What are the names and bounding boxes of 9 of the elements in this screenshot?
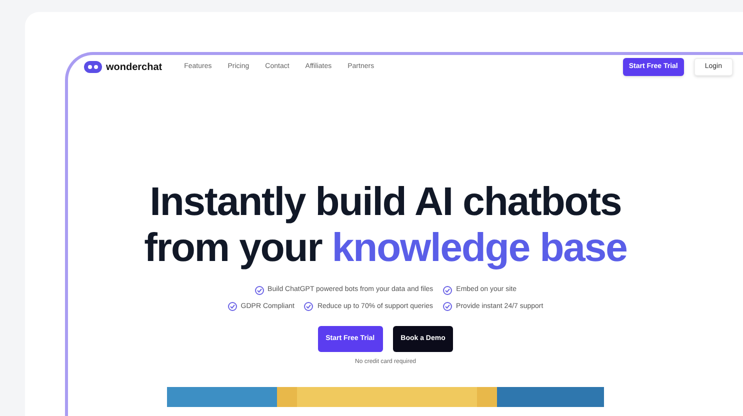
check-icon: [443, 302, 452, 312]
logo-icon: [84, 61, 102, 73]
logo-text: wonderchat: [106, 60, 162, 74]
check-icon: [254, 286, 264, 295]
hero-title: Instantly build AI chatbots: [150, 179, 622, 225]
check-icon: [304, 302, 314, 312]
hero-title: from your knowledge base: [144, 225, 627, 271]
check-icon: [443, 286, 452, 295]
check-icon: [228, 302, 237, 312]
